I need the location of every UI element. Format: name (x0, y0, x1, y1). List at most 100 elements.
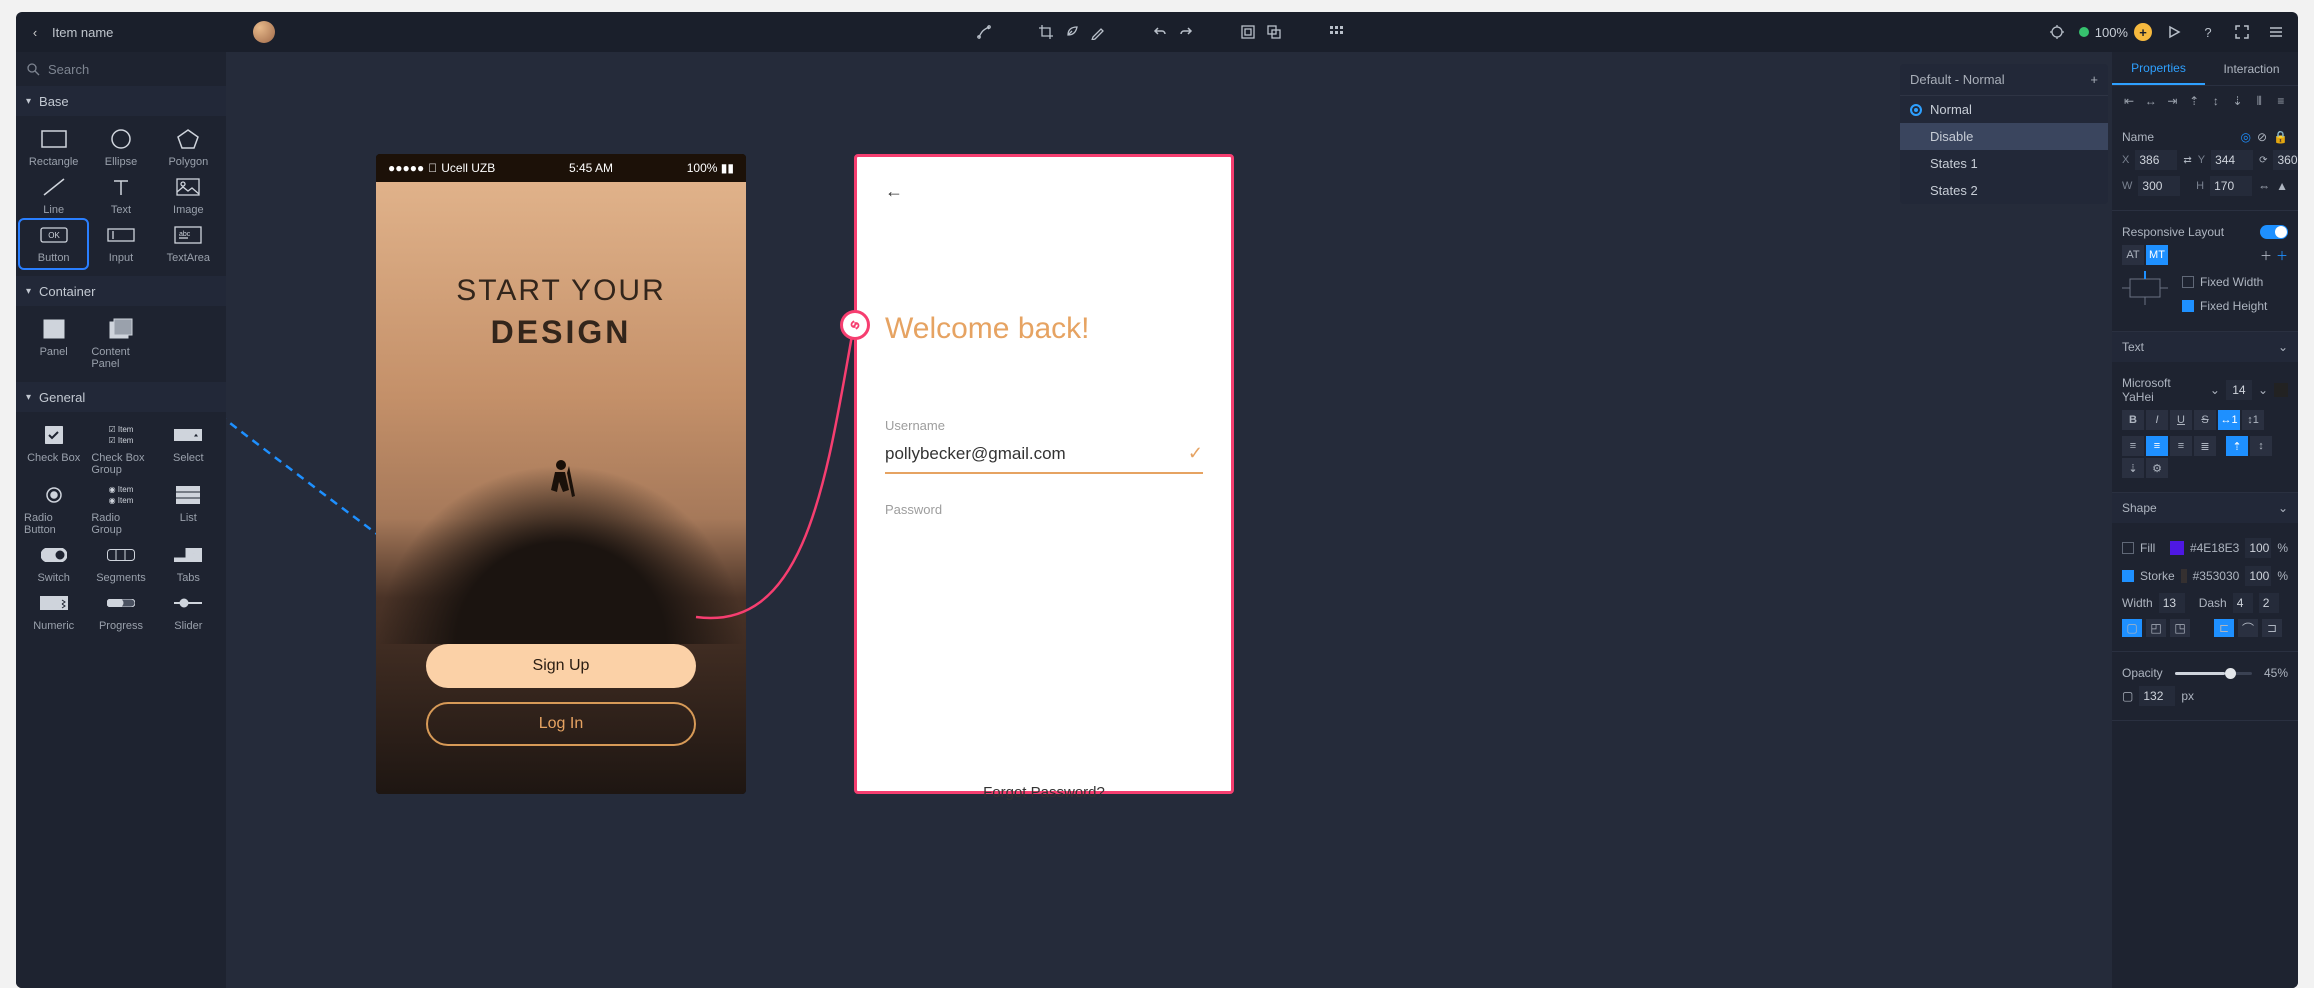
fill-hex[interactable]: #4E18E3 (2190, 541, 2239, 555)
shape-radio-group[interactable]: ◉ Item◉ ItemRadio Group (91, 484, 150, 536)
flip-h-icon[interactable]: ⇔ (2258, 179, 2270, 193)
shape-ellipse[interactable]: Ellipse (91, 128, 150, 168)
align-left-icon[interactable]: ⇤ (2120, 92, 2138, 110)
dash-a-input[interactable]: 4 (2233, 593, 2253, 613)
align-middle-icon[interactable]: ↕ (2207, 92, 2225, 110)
add-constraint2-icon[interactable]: ＋ (2276, 247, 2288, 264)
opacity-value[interactable]: 45% (2264, 666, 2288, 680)
stroke-check[interactable]: Storke (2122, 569, 2175, 583)
target-icon[interactable]: ◎ (2241, 130, 2251, 144)
shape-section[interactable]: Shape⌄ (2112, 493, 2298, 523)
shape-rectangle[interactable]: Rectangle (24, 128, 83, 168)
crop-icon[interactable] (1034, 20, 1058, 44)
text-settings-icon[interactable]: ⚙ (2146, 458, 2168, 478)
state-option-disable[interactable]: Disable (1900, 123, 2108, 150)
align-bottom-icon[interactable]: ⇣ (2229, 92, 2247, 110)
dash-b-input[interactable]: 2 (2259, 593, 2279, 613)
shape-panel[interactable]: Panel (24, 318, 83, 370)
anchor-diagram[interactable] (2122, 271, 2168, 305)
align-right-icon[interactable]: ⇥ (2163, 92, 2181, 110)
strike-icon[interactable]: S (2194, 410, 2216, 430)
shape-polygon[interactable]: Polygon (159, 128, 218, 168)
stroke-swatch[interactable] (2181, 569, 2187, 583)
cap-square-icon[interactable]: ⊐ (2262, 619, 2282, 637)
shape-content-panel[interactable]: Content Panel (91, 318, 150, 370)
flip-v-icon[interactable]: ▲ (2276, 179, 2288, 193)
shape-select[interactable]: Select (159, 424, 218, 476)
leaf-icon[interactable] (1060, 20, 1084, 44)
cap-round-icon[interactable]: ⌒ (2238, 619, 2258, 637)
mt-button[interactable]: MT (2146, 245, 2168, 265)
ungroup-icon[interactable] (1262, 20, 1286, 44)
corner-tr-icon[interactable]: ◳ (2170, 619, 2190, 637)
redo-icon[interactable] (1174, 20, 1198, 44)
shape-checkbox[interactable]: Check Box (24, 424, 83, 476)
letterspace-icon[interactable]: ↔1 (2218, 410, 2240, 430)
shape-textarea[interactable]: abcTextArea (159, 224, 218, 264)
avatar[interactable] (253, 21, 275, 43)
lock-icon[interactable]: 🔒 (2273, 130, 2288, 144)
stroke-hex[interactable]: #353030 (2193, 569, 2240, 583)
add-constraint-icon[interactable]: ＋ (2260, 247, 2272, 264)
text-center-icon[interactable]: ≡ (2146, 436, 2168, 456)
shape-line[interactable]: Line (24, 176, 83, 216)
fullscreen-icon[interactable] (2230, 20, 2254, 44)
help-icon[interactable]: ? (2196, 20, 2220, 44)
align-center-icon[interactable]: ↔ (2142, 92, 2160, 110)
x-input[interactable] (2135, 150, 2177, 170)
category-base[interactable]: ▾Base (16, 86, 226, 116)
valign-top-icon[interactable]: ⇡ (2226, 436, 2248, 456)
menu-icon[interactable] (2264, 20, 2288, 44)
fill-opacity[interactable]: 100 (2245, 538, 2271, 558)
w-input[interactable] (2138, 176, 2180, 196)
tab-properties[interactable]: Properties (2112, 52, 2205, 85)
font-color-swatch[interactable] (2274, 383, 2288, 397)
link-badge-icon[interactable] (840, 310, 870, 340)
preview-device-icon[interactable] (2045, 20, 2069, 44)
align-top-icon[interactable]: ⇡ (2185, 92, 2203, 110)
artboard-start[interactable]: ●●●●● 󰖩 Ucell UZB 5:45 AM 100% ▮▮ START … (376, 154, 746, 794)
tab-interaction[interactable]: Interaction (2205, 52, 2298, 85)
shape-list[interactable]: List (159, 484, 218, 536)
underline-icon[interactable]: U (2170, 410, 2192, 430)
fill-check[interactable]: Fill (2122, 541, 2155, 555)
grid-icon[interactable] (1324, 20, 1348, 44)
signup-button[interactable]: Sign Up (426, 644, 696, 688)
username-field[interactable]: pollybecker@gmail.com ✓ (885, 433, 1203, 474)
pencil-icon[interactable] (1086, 20, 1110, 44)
text-justify-icon[interactable]: ≣ (2194, 436, 2216, 456)
distribute-h-icon[interactable]: ⫴ (2250, 92, 2268, 110)
item-name-label[interactable]: Item name (52, 25, 113, 40)
shape-text[interactable]: Text (91, 176, 150, 216)
text-left-icon[interactable]: ≡ (2122, 436, 2144, 456)
category-container[interactable]: ▾Container (16, 276, 226, 306)
shape-input[interactable]: Input (91, 224, 150, 264)
category-general[interactable]: ▾General (16, 382, 226, 412)
shape-radio[interactable]: Radio Button (24, 484, 83, 536)
login-button[interactable]: Log In (426, 702, 696, 746)
back-arrow-icon[interactable]: ← (885, 181, 1203, 202)
valign-mid-icon[interactable]: ↕ (2250, 436, 2272, 456)
shape-switch[interactable]: Switch (24, 544, 83, 584)
shape-image[interactable]: Image (159, 176, 218, 216)
play-icon[interactable] (2162, 20, 2186, 44)
h-input[interactable] (2210, 176, 2252, 196)
y-input[interactable] (2211, 150, 2253, 170)
corner-tl-icon[interactable]: ◰ (2146, 619, 2166, 637)
responsive-toggle[interactable] (2260, 225, 2288, 239)
text-section[interactable]: Text⌄ (2112, 332, 2298, 362)
group-icon[interactable] (1236, 20, 1260, 44)
shape-button[interactable]: OKButton (20, 220, 87, 268)
valign-bot-icon[interactable]: ⇣ (2122, 458, 2144, 478)
state-option-normal[interactable]: Normal (1900, 96, 2108, 123)
undo-icon[interactable] (1148, 20, 1172, 44)
italic-icon[interactable]: I (2146, 410, 2168, 430)
back-icon[interactable]: ‹ (26, 25, 44, 40)
zoom-plus-icon[interactable]: + (2134, 23, 2152, 41)
corner-all-icon[interactable]: ▢ (2122, 619, 2142, 637)
cap-butt-icon[interactable]: ⊏ (2214, 619, 2234, 637)
artboard-login[interactable]: ← Welcome back! Username pollybecker@gma… (854, 154, 1234, 794)
bold-icon[interactable]: B (2122, 410, 2144, 430)
pen-tool-icon[interactable] (972, 20, 996, 44)
add-state-icon[interactable]: + (2090, 72, 2098, 87)
